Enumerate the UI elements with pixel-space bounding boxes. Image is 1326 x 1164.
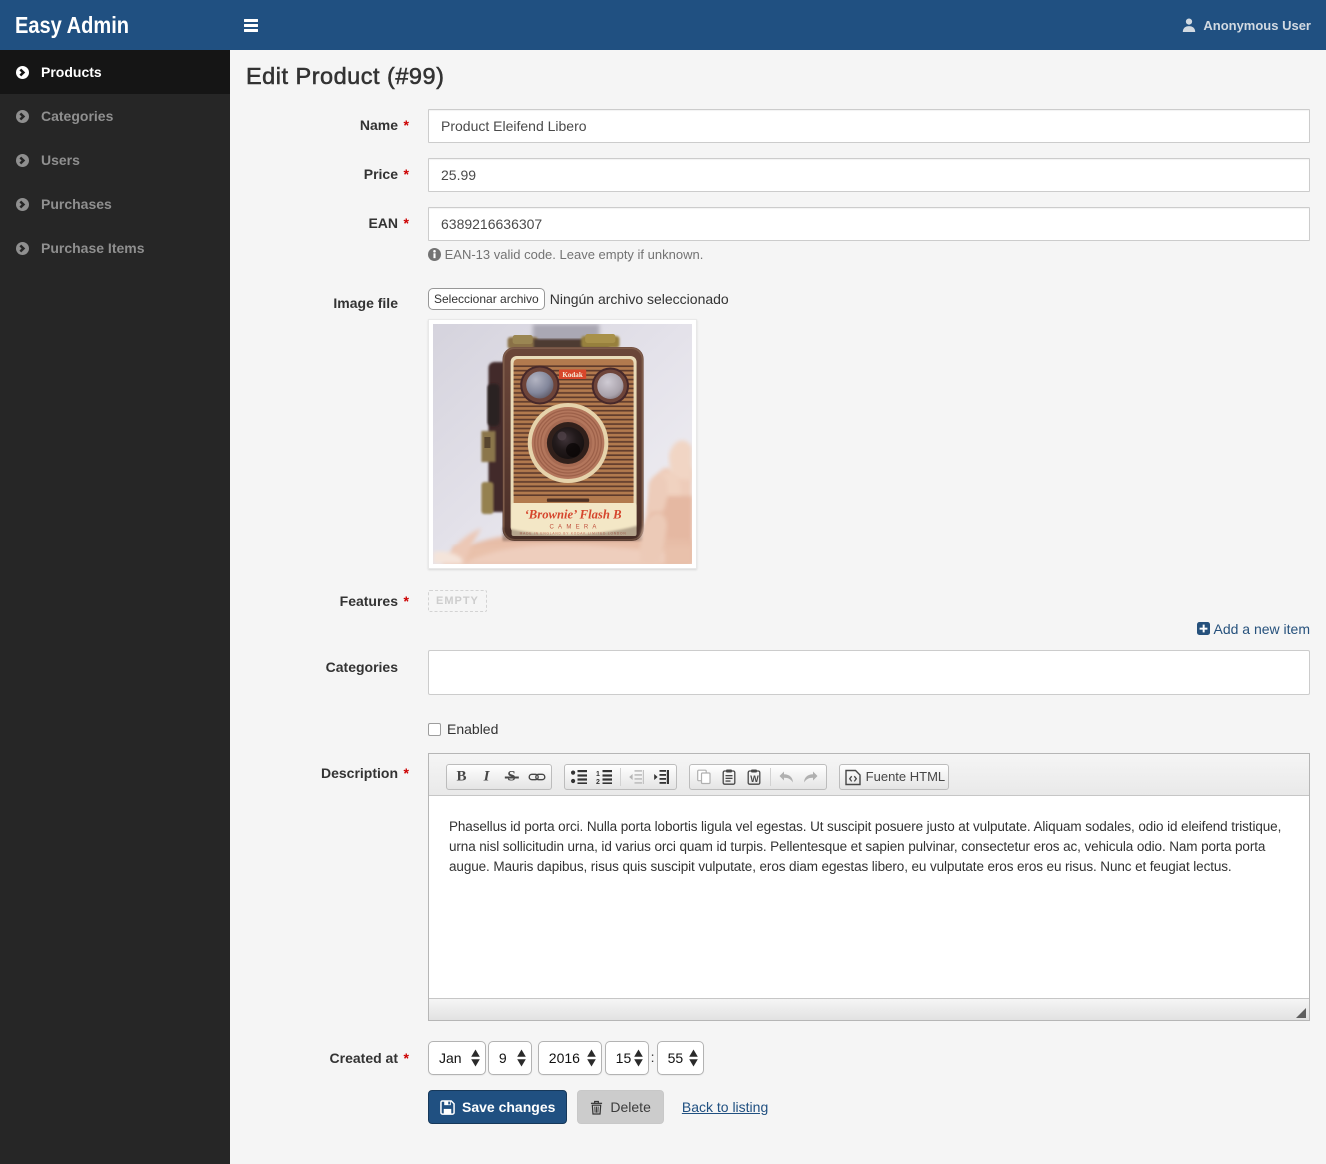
- svg-text:1: 1: [596, 771, 600, 778]
- svg-text:CAMERA: CAMERA: [549, 525, 600, 531]
- svg-text:‘Brownie’ Flash B: ‘Brownie’ Flash B: [525, 508, 622, 522]
- svg-text:W: W: [751, 774, 760, 784]
- svg-text:Kodak: Kodak: [562, 371, 582, 379]
- svg-text:2: 2: [596, 779, 600, 784]
